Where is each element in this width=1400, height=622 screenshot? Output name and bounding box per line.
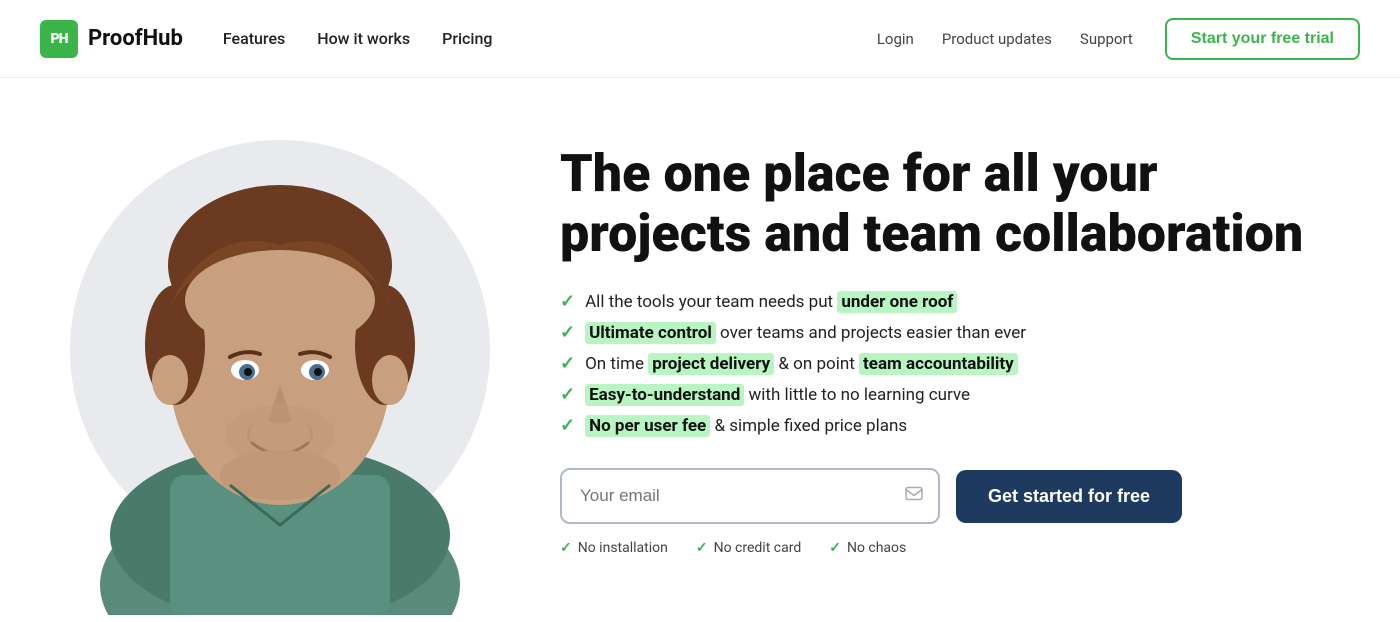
feature-item-2: ✓ Ultimate control over teams and projec…: [560, 322, 1360, 343]
sub-check-icon-1: ✓: [560, 540, 572, 556]
nav-pricing[interactable]: Pricing: [442, 29, 492, 48]
nav-how-it-works[interactable]: How it works: [317, 29, 410, 48]
feature-item-4: ✓ Easy-to-understand with little to no l…: [560, 384, 1360, 405]
main-content: The one place for all your projects and …: [0, 78, 1400, 622]
feature-list: ✓ All the tools your team needs put unde…: [560, 291, 1360, 436]
highlight-2: Ultimate control: [585, 322, 716, 344]
sub-check-icon-2: ✓: [696, 540, 708, 556]
logo-icon: PH: [40, 20, 78, 58]
check-icon-2: ✓: [560, 322, 575, 343]
highlight-3b: team accountability: [859, 353, 1018, 375]
feature-item-1: ✓ All the tools your team needs put unde…: [560, 291, 1360, 312]
sub-check-3: ✓ No chaos: [829, 540, 906, 556]
nav-right-links: Login Product updates Support: [877, 30, 1133, 48]
nav-product-updates[interactable]: Product updates: [942, 30, 1052, 48]
hero-person: [85, 105, 475, 615]
hero-title: The one place for all your projects and …: [560, 144, 1360, 264]
hero-content: The one place for all your projects and …: [520, 144, 1360, 557]
email-icon: [904, 484, 924, 509]
sub-check-label-1: No installation: [578, 540, 668, 556]
feature-item-5: ✓ No per user fee & simple fixed price p…: [560, 415, 1360, 436]
check-icon-4: ✓: [560, 384, 575, 405]
email-input-wrapper: [560, 468, 940, 524]
get-started-button[interactable]: Get started for free: [956, 470, 1182, 523]
trial-button[interactable]: Start your free trial: [1165, 18, 1360, 60]
highlight-4: Easy-to-understand: [585, 384, 744, 406]
sub-check-icon-3: ✓: [829, 540, 841, 556]
sub-check-2: ✓ No credit card: [696, 540, 801, 556]
sub-checks: ✓ No installation ✓ No credit card ✓ No …: [560, 540, 1360, 556]
highlight-5: No per user fee: [585, 415, 710, 437]
nav-login[interactable]: Login: [877, 30, 914, 48]
nav-support[interactable]: Support: [1080, 30, 1133, 48]
nav-right: Login Product updates Support Start your…: [877, 18, 1360, 60]
email-input[interactable]: [560, 468, 940, 524]
logo-link[interactable]: PH ProofHub: [40, 20, 183, 58]
highlight-1: under one roof: [837, 291, 957, 313]
sub-check-label-3: No chaos: [847, 540, 906, 556]
sub-check-label-2: No credit card: [714, 540, 802, 556]
check-icon-5: ✓: [560, 415, 575, 436]
feature-item-3: ✓ On time project delivery & on point te…: [560, 353, 1360, 374]
check-icon-3: ✓: [560, 353, 575, 374]
check-icon-1: ✓: [560, 291, 575, 312]
sub-check-1: ✓ No installation: [560, 540, 668, 556]
highlight-3a: project delivery: [648, 353, 774, 375]
nav-links-left: Features How it works Pricing: [223, 29, 493, 48]
nav-features[interactable]: Features: [223, 29, 285, 48]
logo-text: ProofHub: [88, 26, 183, 51]
cta-row: Get started for free: [560, 468, 1360, 524]
hero-image-area: [40, 85, 520, 615]
navbar: PH ProofHub Features How it works Pricin…: [0, 0, 1400, 78]
